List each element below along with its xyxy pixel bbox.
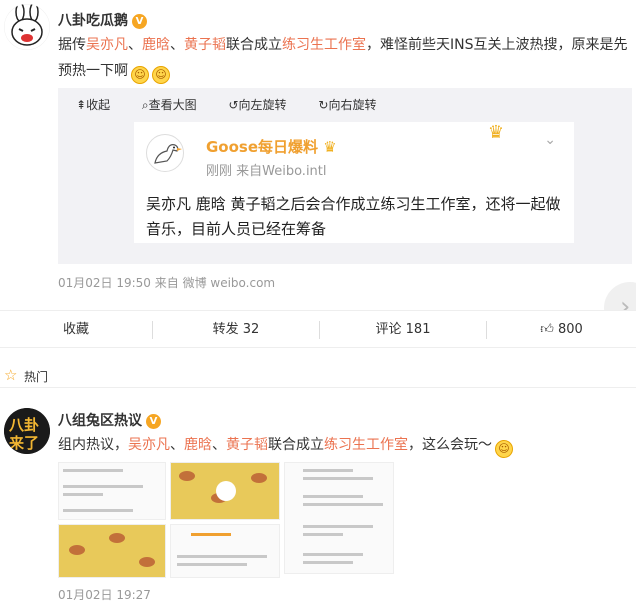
like-button[interactable]: 👍︎ 800 (487, 311, 636, 349)
thumbnail-image[interactable] (58, 524, 166, 578)
crown-icon: ♛ (487, 122, 504, 143)
topic-link[interactable]: 鹿晗 (184, 437, 212, 453)
weibo-post-2: 八卦 来了 八组兔区热议 V 组内热议，吴亦凡、鹿晗、黄子韬联合成立练习生工作室，… (0, 404, 636, 613)
favorite-button[interactable]: 收藏 (0, 311, 152, 349)
thumbnail-image[interactable] (170, 462, 280, 520)
thumbs-up-icon: 👍︎ (540, 322, 554, 337)
post-meta[interactable]: 01月02日 19:27 (58, 586, 151, 603)
quoted-time: 刚刚 来自Weibo.intl (206, 164, 327, 179)
topic-link[interactable]: 黄子韬 (184, 37, 226, 53)
post-actions: 收藏 转发 32 评论 181 👍︎ 800 (0, 310, 636, 348)
topic-link[interactable]: 练习生工作室 (324, 437, 408, 453)
topic-link[interactable]: 练习生工作室 (282, 37, 366, 53)
topic-link[interactable]: 吴亦凡 (86, 37, 128, 53)
author-name-text[interactable]: 八组兔区热议 (58, 413, 142, 429)
svg-text:八卦: 八卦 (8, 416, 39, 434)
verified-badge-icon: V (132, 14, 147, 29)
topic-link[interactable]: 吴亦凡 (128, 437, 170, 453)
repost-button[interactable]: 转发 32 (153, 311, 319, 349)
emoji-icon: ☺ (152, 66, 170, 84)
rotate-left-button[interactable]: ↺向左旋转 (228, 98, 300, 112)
post-text: 组内热议，吴亦凡、鹿晗、黄子韬联合成立练习生工作室，这么会玩～ ☺ (58, 432, 630, 458)
quoted-post-image[interactable]: Goose每日爆料 ♛ 刚刚 来自Weibo.intl ♛ ⌄ 吴亦凡 鹿晗 黄… (134, 122, 574, 243)
star-icon: ☆ (4, 366, 18, 384)
view-large-button[interactable]: ⌕查看大图 (142, 98, 211, 112)
hot-section-header: ☆ 热门 (0, 364, 636, 388)
author-avatar[interactable]: 八卦 来了 (4, 408, 50, 454)
post-meta[interactable]: 01月02日 19:50 来自 微博 weibo.com (58, 274, 275, 291)
thumbnail-image[interactable] (58, 462, 166, 520)
author-name[interactable]: 八卦吃瓜鹅 V (58, 10, 147, 30)
verified-badge-icon: V (146, 414, 161, 429)
author-name[interactable]: 八组兔区热议 V (58, 410, 161, 430)
svg-text:来了: 来了 (8, 434, 39, 452)
rotate-right-button[interactable]: ↻向右旋转 (318, 98, 390, 112)
thumbnail-image[interactable] (284, 462, 394, 574)
post-text: 据传吴亦凡、鹿晗、黄子韬联合成立练习生工作室，难怪前些天INS互关上波热搜，原来… (58, 32, 630, 84)
emoji-icon: ☺ (131, 66, 149, 84)
media-panel: ⇞收起 ⌕查看大图 ↺向左旋转 ↻向右旋转 Goose每日爆料 ♛ 刚刚 来自W… (58, 88, 632, 264)
author-avatar[interactable] (4, 4, 50, 50)
comment-button[interactable]: 评论 181 (320, 311, 486, 349)
goose-avatar (146, 134, 184, 172)
author-name-text[interactable]: 八卦吃瓜鹅 (58, 13, 128, 29)
weibo-post-1: 八卦吃瓜鹅 V 据传吴亦凡、鹿晗、黄子韬联合成立练习生工作室，难怪前些天INS互关… (0, 0, 636, 350)
media-toolbar: ⇞收起 ⌕查看大图 ↺向左旋转 ↻向右旋转 (76, 96, 404, 113)
topic-link[interactable]: 鹿晗 (142, 37, 170, 53)
emoji-icon: ☺ (495, 440, 513, 458)
quoted-text: 吴亦凡 鹿晗 黄子韬之后会合作成立练习生工作室，还将一起做音乐，目前人员已经在筹… (146, 195, 561, 238)
topic-link[interactable]: 黄子韬 (226, 437, 268, 453)
collapse-button[interactable]: ⇞收起 (76, 98, 124, 112)
hot-label: 热门 (24, 370, 49, 384)
quoted-author: Goose每日爆料 ♛ (206, 138, 337, 156)
thumbnail-image[interactable] (170, 524, 280, 578)
chevron-down-icon: ⌄ (544, 132, 556, 148)
